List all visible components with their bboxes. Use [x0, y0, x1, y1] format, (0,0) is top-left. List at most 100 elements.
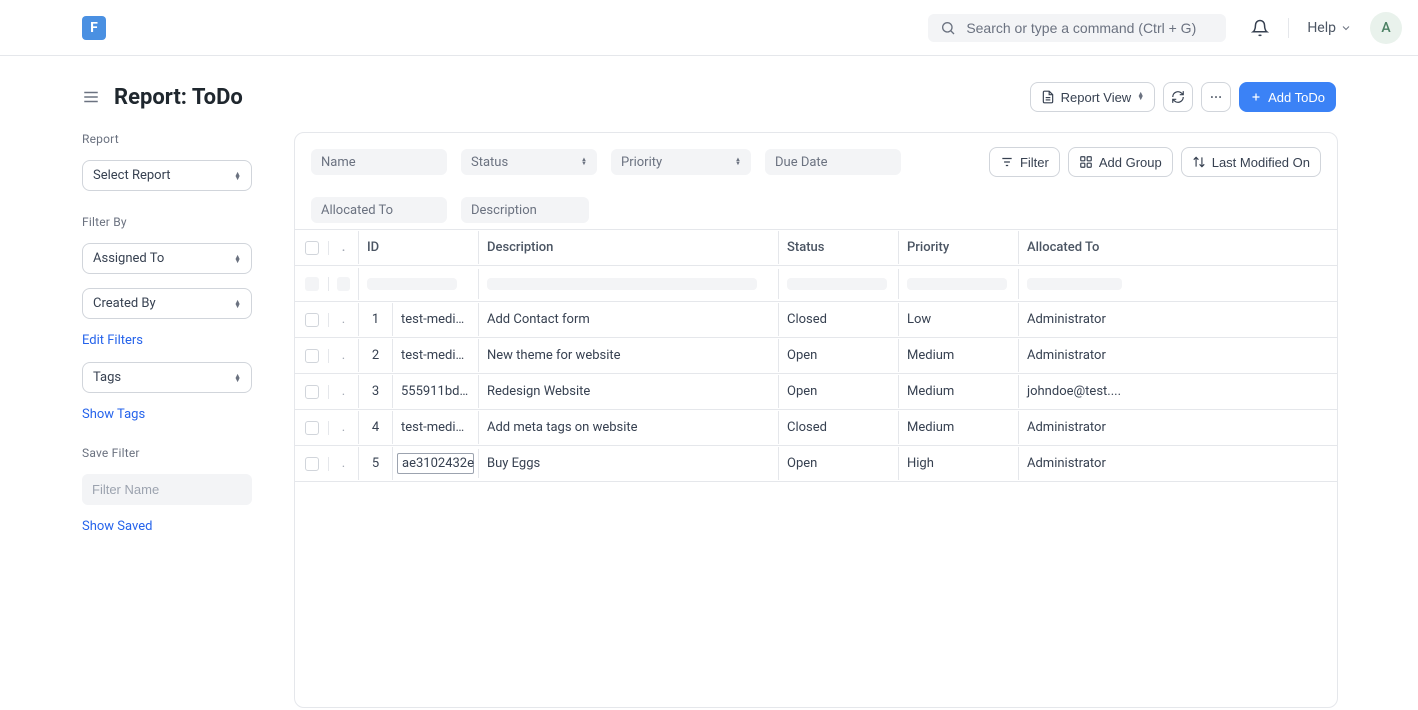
chevrons-updown-icon: ▲▼	[1137, 93, 1144, 101]
row-description[interactable]: Add meta tags on website	[479, 411, 779, 444]
pill-label: Status	[471, 155, 508, 170]
bell-icon	[1251, 19, 1269, 37]
filter-by-heading: Filter By	[82, 215, 282, 229]
tags-select[interactable]: Tags ▲▼	[82, 362, 252, 393]
avatar[interactable]: A	[1370, 12, 1402, 44]
row-id[interactable]: test-medium00...	[393, 411, 479, 444]
select-all-checkbox[interactable]	[305, 241, 319, 255]
edit-filters-link[interactable]: Edit Filters	[82, 333, 282, 348]
row-dot: .	[329, 339, 359, 372]
report-view-button[interactable]: Report View ▲▼	[1030, 82, 1156, 112]
page-title: Report: ToDo	[114, 85, 243, 110]
filter-pill-name[interactable]: Name	[311, 149, 447, 175]
row-priority: Low	[899, 303, 1019, 336]
row-checkbox[interactable]	[305, 457, 319, 471]
filter-pill-status[interactable]: Status ▲▼	[461, 149, 597, 175]
page-header: Report: ToDo Report View ▲▼ Add ToDo	[0, 56, 1418, 112]
filter-pill-priority[interactable]: Priority ▲▼	[611, 149, 751, 175]
sidebar: Report Select Report ▲▼ Filter By Assign…	[82, 132, 294, 708]
notifications-button[interactable]	[1250, 18, 1270, 38]
table-row[interactable]: . 2 test-medium00... New theme for websi…	[295, 338, 1337, 374]
row-id-focused[interactable]: ae3102432e	[397, 453, 474, 474]
assigned-to-label: Assigned To	[93, 251, 164, 266]
row-status: Open	[779, 375, 899, 408]
row-allocated-to: Administrator	[1019, 447, 1139, 480]
report-view-label: Report View	[1061, 90, 1132, 105]
chevrons-updown-icon: ▲▼	[581, 158, 587, 166]
row-allocated-to: Administrator	[1019, 339, 1139, 372]
row-priority: Medium	[899, 411, 1019, 444]
filter-icon	[1000, 155, 1014, 169]
row-allocated-to: johndoe@test....	[1019, 375, 1139, 408]
refresh-button[interactable]	[1163, 82, 1193, 112]
row-dot: .	[329, 375, 359, 408]
row-num: 2	[359, 339, 393, 372]
chevron-down-icon	[1340, 22, 1352, 34]
filter-pill-allocated-to[interactable]: Allocated To	[311, 197, 447, 223]
add-group-button[interactable]: Add Group	[1068, 147, 1173, 177]
filter-pill-due-date[interactable]: Due Date	[765, 149, 901, 175]
filter-label: Filter	[1020, 155, 1049, 170]
filter-pill-description[interactable]: Description	[461, 197, 589, 223]
report-heading: Report	[82, 132, 282, 146]
row-checkbox[interactable]	[305, 313, 319, 327]
row-id-cell[interactable]: ae3102432e	[393, 449, 479, 478]
row-description[interactable]: Redesign Website	[479, 375, 779, 408]
pill-label: Name	[321, 155, 356, 170]
row-checkbox[interactable]	[305, 385, 319, 399]
more-actions-button[interactable]	[1201, 82, 1231, 112]
app-logo[interactable]: F	[82, 16, 106, 40]
col-header-description[interactable]: Description	[479, 231, 779, 264]
row-id[interactable]: test-medium00...	[393, 303, 479, 336]
row-allocated-to: Administrator	[1019, 411, 1139, 444]
add-todo-button[interactable]: Add ToDo	[1239, 82, 1336, 112]
row-id[interactable]: test-medium00...	[393, 339, 479, 372]
table-row-skeleton	[295, 266, 1337, 302]
plus-icon	[1250, 91, 1262, 103]
refresh-icon	[1171, 90, 1185, 104]
sidebar-toggle[interactable]	[82, 88, 100, 106]
row-status: Open	[779, 339, 899, 372]
pill-label: Due Date	[775, 155, 828, 170]
pill-label: Description	[471, 203, 537, 218]
row-dot: .	[329, 411, 359, 444]
table-row[interactable]: . 1 test-medium00... Add Contact form Cl…	[295, 302, 1337, 338]
pill-label: Allocated To	[321, 203, 393, 218]
last-modified-button[interactable]: Last Modified On	[1181, 147, 1321, 177]
select-report-label: Select Report	[93, 168, 171, 183]
search-input[interactable]	[966, 20, 1214, 36]
show-tags-link[interactable]: Show Tags	[82, 407, 282, 422]
help-menu[interactable]: Help	[1307, 20, 1352, 36]
table-row[interactable]: . 3 555911bde7 Redesign Website Open Med…	[295, 374, 1337, 410]
row-priority: High	[899, 447, 1019, 480]
show-saved-link[interactable]: Show Saved	[82, 519, 282, 534]
col-header-priority[interactable]: Priority	[899, 231, 1019, 264]
row-dot: .	[329, 303, 359, 336]
assigned-to-select[interactable]: Assigned To ▲▼	[82, 243, 252, 274]
pill-label: Priority	[621, 155, 662, 170]
add-todo-label: Add ToDo	[1268, 90, 1325, 105]
table-row[interactable]: . 4 test-medium00... Add meta tags on we…	[295, 410, 1337, 446]
filter-name-input[interactable]	[82, 474, 252, 505]
data-table: . ID Description Status Priority Allocat…	[295, 229, 1337, 482]
table-row[interactable]: . 5 ae3102432e Buy Eggs Open High Admini…	[295, 446, 1337, 482]
select-report[interactable]: Select Report ▲▼	[82, 160, 252, 191]
row-description[interactable]: Add Contact form	[479, 303, 779, 336]
created-by-select[interactable]: Created By ▲▼	[82, 288, 252, 319]
col-header-allocated-to[interactable]: Allocated To	[1019, 231, 1139, 264]
search-icon	[940, 20, 956, 36]
col-header-status[interactable]: Status	[779, 231, 899, 264]
row-description[interactable]: New theme for website	[479, 339, 779, 372]
row-description[interactable]: Buy Eggs	[479, 447, 779, 480]
row-id[interactable]: 555911bde7	[393, 375, 479, 408]
row-allocated-to: Administrator	[1019, 303, 1139, 336]
global-search[interactable]	[928, 14, 1226, 42]
document-icon	[1041, 90, 1055, 104]
row-checkbox[interactable]	[305, 349, 319, 363]
menu-icon	[82, 88, 100, 106]
topbar: F Help A	[0, 0, 1418, 56]
sort-icon	[1192, 155, 1206, 169]
row-checkbox[interactable]	[305, 421, 319, 435]
filter-button[interactable]: Filter	[989, 147, 1060, 177]
col-header-id[interactable]: ID	[359, 231, 479, 264]
